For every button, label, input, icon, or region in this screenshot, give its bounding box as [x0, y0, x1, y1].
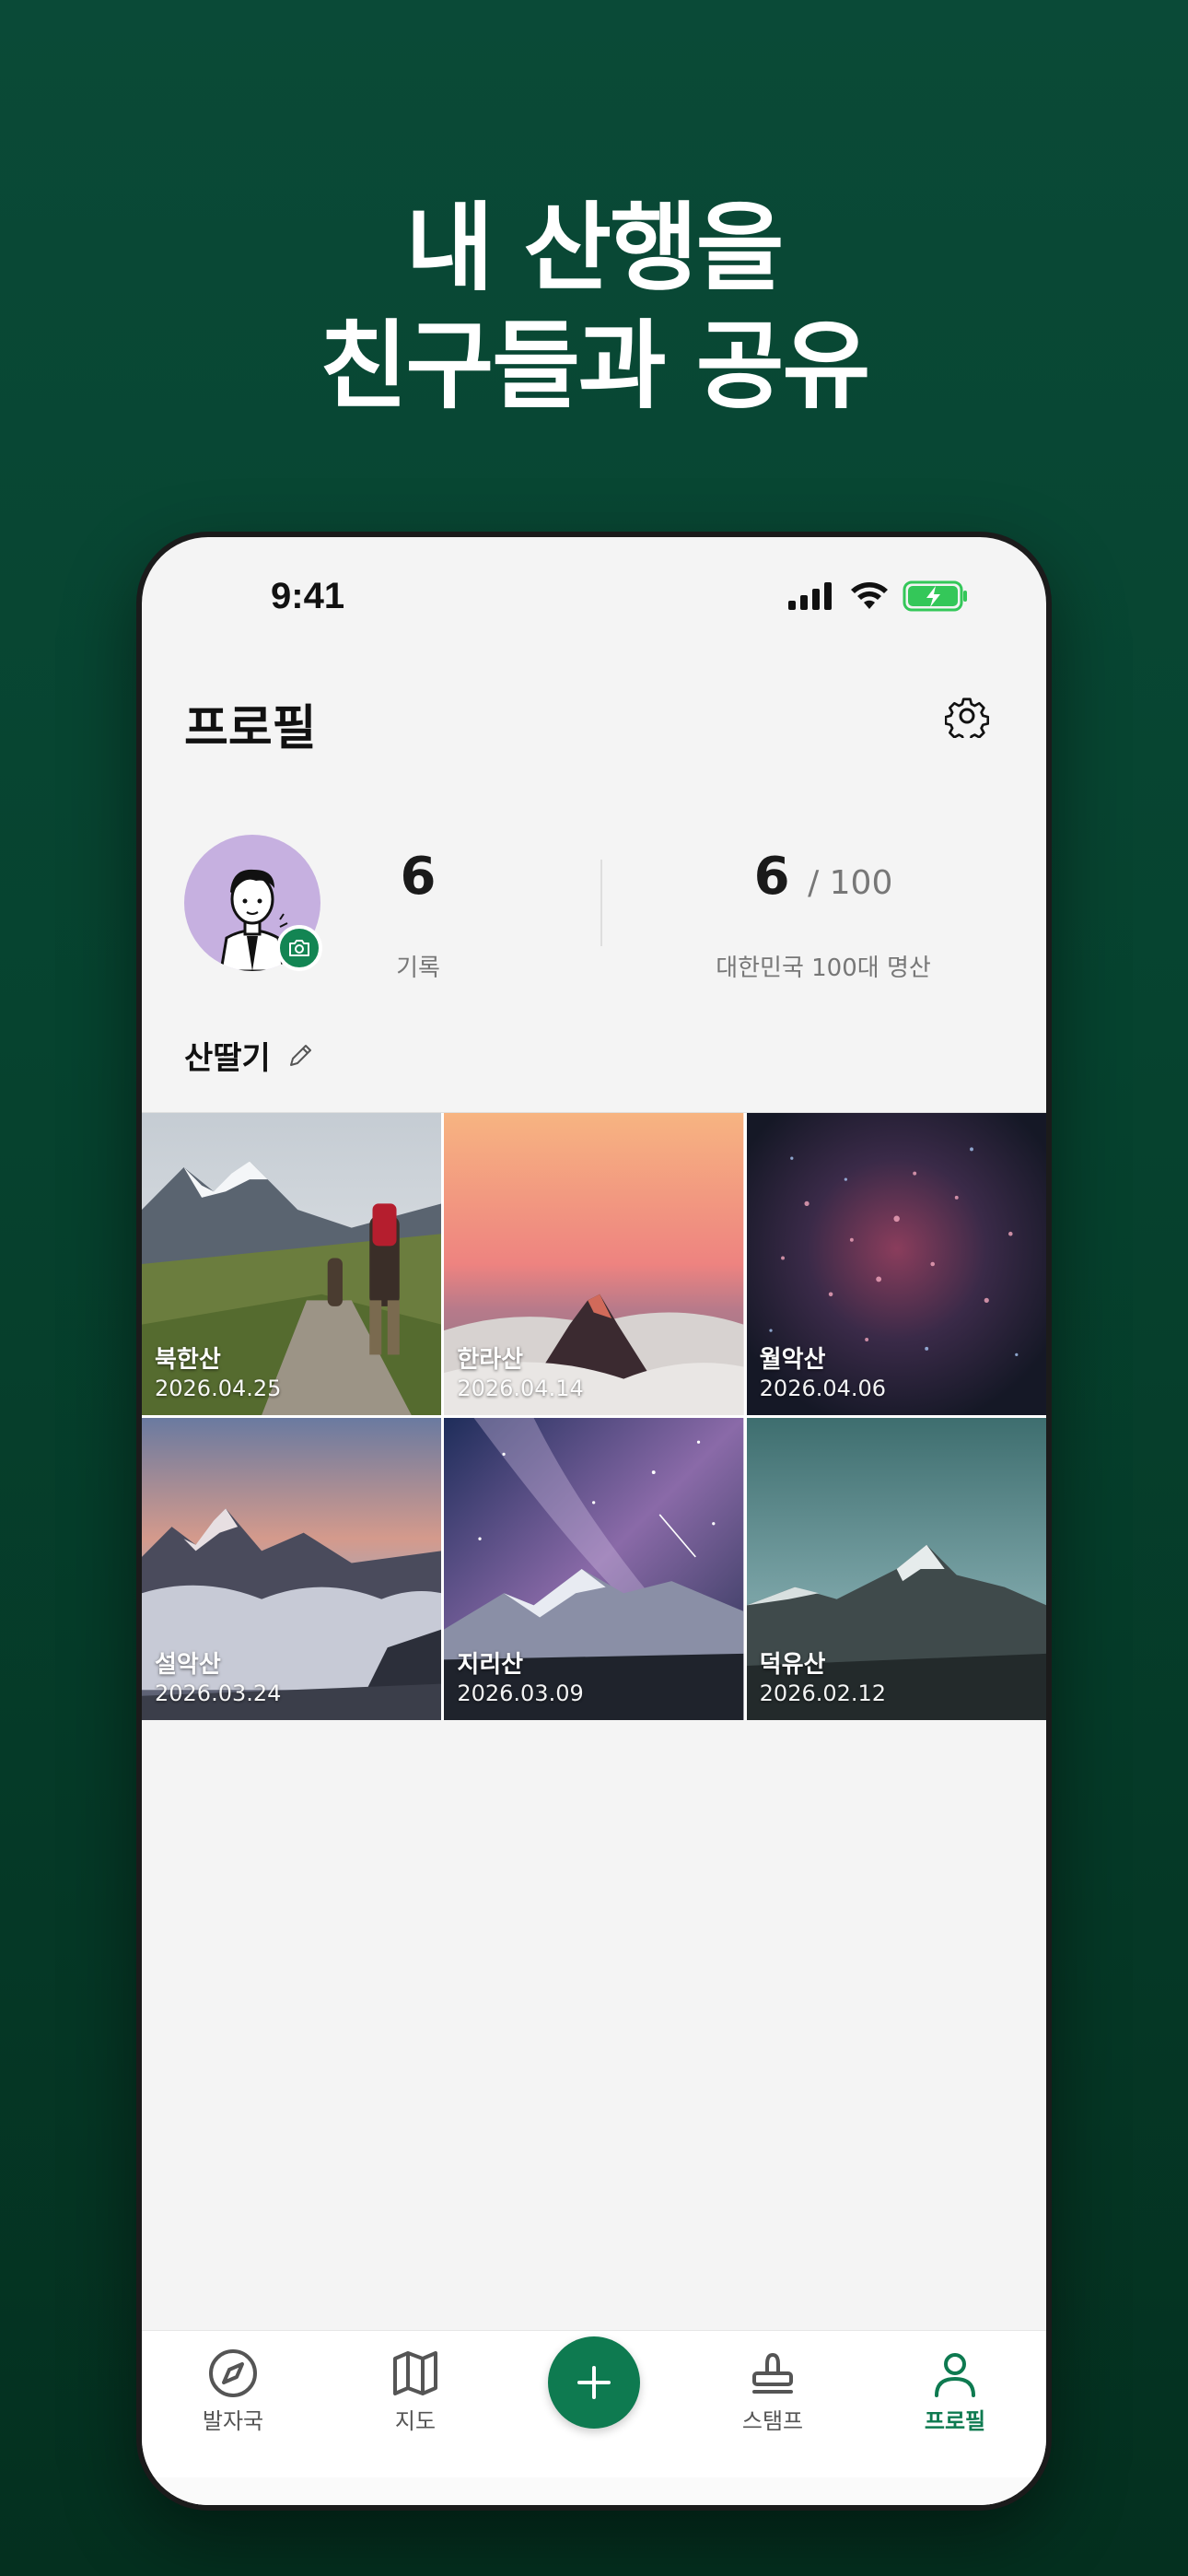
pencil-icon[interactable]: [285, 1041, 315, 1071]
photo-date: 2026.03.24: [155, 1680, 282, 1706]
status-icons: [788, 578, 969, 615]
photo-card-deogyusan[interactable]: 덕유산 2026.02.12: [746, 1418, 1046, 1720]
plus-icon: [577, 2366, 611, 2399]
tab-label: 프로필: [924, 2408, 986, 2434]
nickname-row[interactable]: 산딸기: [184, 1033, 315, 1078]
photo-title: 덕유산: [759, 1651, 826, 1679]
photo-card-hallasan[interactable]: 한라산 2026.04.14: [444, 1113, 744, 1415]
stamp-icon: [752, 2352, 793, 2394]
camera-icon: [289, 940, 309, 956]
photo-card-seoraksan[interactable]: 설악산 2026.03.24: [142, 1418, 442, 1720]
phone-screen: 9:41 프로필 6 기록 6 / 100 대한민국 100대 명산 산딸기 북…: [142, 537, 1046, 2505]
promo-headline: 내 산행을 친구들과 공유: [0, 189, 1188, 425]
home-indicator-area: [142, 2477, 1046, 2505]
photo-card-bukhansan[interactable]: 북한산 2026.04.25: [142, 1113, 442, 1415]
mountains-total: / 100: [808, 864, 893, 902]
tab-profile[interactable]: 프로필: [900, 2348, 1010, 2435]
map-icon: [393, 2351, 437, 2395]
gear-icon[interactable]: [945, 694, 989, 738]
photo-title: 월악산: [759, 1346, 826, 1374]
photo-title: 북한산: [155, 1346, 221, 1374]
phone-frame: 9:41 프로필 6 기록 6 / 100 대한민국 100대 명산 산딸기 북…: [136, 532, 1052, 2511]
signal-icon: [788, 582, 832, 610]
photo-date: 2026.02.12: [759, 1680, 887, 1706]
tab-footprints[interactable]: 발자국: [178, 2348, 288, 2435]
person-icon: [935, 2353, 975, 2397]
mountains-stat[interactable]: 6 / 100 대한민국 100대 명산: [667, 847, 980, 983]
wifi-icon: [851, 582, 888, 609]
headline-line-1: 내 산행을: [405, 192, 785, 304]
add-record-button[interactable]: [548, 2336, 640, 2429]
stat-divider: [600, 860, 602, 946]
camera-edit-button[interactable]: [276, 925, 322, 971]
photo-date: 2026.04.25: [155, 1376, 282, 1401]
tab-label: 스탬프: [741, 2408, 804, 2434]
page-title: 프로필: [184, 701, 317, 756]
battery-charging-icon: [903, 580, 967, 612]
status-time: 9:41: [271, 576, 345, 616]
photo-title: 설악산: [155, 1651, 221, 1679]
photo-title: 한라산: [457, 1346, 524, 1374]
tab-stamp[interactable]: 스탬프: [717, 2348, 828, 2435]
photo-card-woraksan[interactable]: 월악산 2026.04.06: [746, 1113, 1046, 1415]
tab-map[interactable]: 지도: [360, 2348, 471, 2435]
compass-icon: [209, 2349, 257, 2397]
photo-date: 2026.04.06: [759, 1376, 887, 1401]
photo-card-jirisan[interactable]: 지리산 2026.03.09: [444, 1418, 744, 1720]
headline-line-2: 친구들과 공유: [319, 310, 870, 422]
profile-avatar[interactable]: [184, 835, 322, 971]
photo-date: 2026.03.09: [457, 1680, 584, 1706]
tab-bar: 발자국 지도 스탬프 프로필: [142, 2330, 1046, 2505]
records-label: 기록: [396, 954, 440, 982]
photo-title: 지리산: [457, 1651, 524, 1679]
records-stat: 6 기록: [355, 847, 481, 983]
mountains-count: 6: [753, 847, 790, 907]
photo-grid: 북한산 2026.04.25 한라산 2026.04.14 월악산 2026.0…: [142, 1112, 1046, 1720]
nickname: 산딸기: [184, 1040, 271, 1077]
tab-label: 지도: [394, 2408, 437, 2434]
records-count: 6: [400, 847, 437, 907]
mountains-label: 대한민국 100대 명산: [716, 954, 931, 982]
photo-date: 2026.04.14: [457, 1376, 584, 1401]
tab-label: 발자국: [202, 2408, 264, 2434]
